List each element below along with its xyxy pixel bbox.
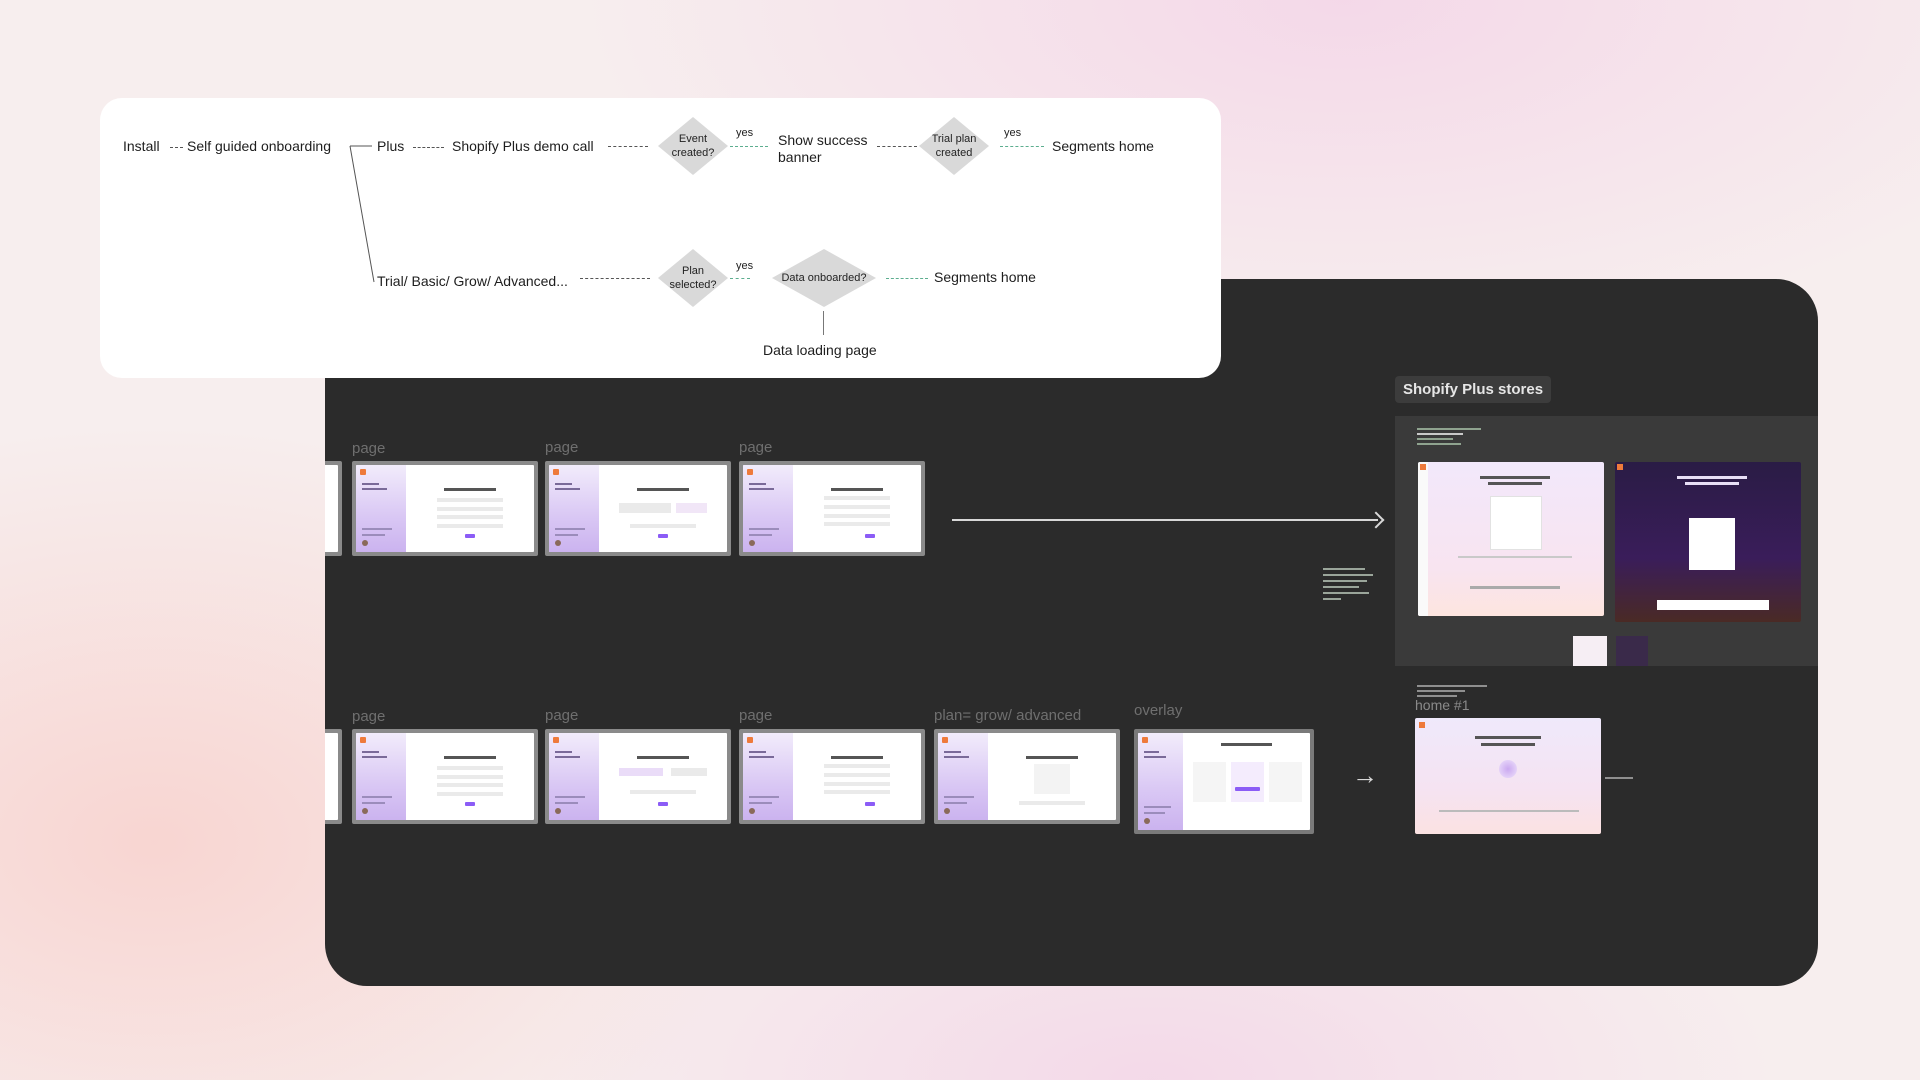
annotation-line	[1323, 574, 1373, 576]
screen-thumbnail[interactable]	[352, 461, 538, 556]
plus-screen-light[interactable]	[1418, 462, 1604, 616]
flowchart-card: Install Self guided onboarding Plus Shop…	[100, 98, 1221, 378]
plus-stores-frame[interactable]	[1395, 416, 1818, 666]
screen-thumbnail[interactable]	[352, 729, 538, 824]
frame-label: plan= grow/ advanced	[934, 707, 1082, 724]
arrow-head-icon	[1367, 511, 1385, 529]
annotation-line	[1417, 685, 1487, 687]
node-self-guided-onboarding: Self guided onboarding	[187, 138, 332, 154]
screen-thumbnail[interactable]	[934, 729, 1120, 824]
node-plus: Plus	[377, 138, 405, 154]
screen-thumbnail[interactable]	[739, 729, 925, 824]
frame-label: page	[352, 440, 386, 457]
frame-label: page	[545, 707, 579, 724]
frame-label: page	[545, 439, 579, 456]
arrow-right-icon: →	[1352, 760, 1378, 790]
annotation-line	[1417, 690, 1465, 692]
plus-stores-badge[interactable]: Shopify Plus stores	[1395, 376, 1552, 403]
annotation-line	[1323, 580, 1367, 582]
annotation-line	[1417, 433, 1463, 435]
overlay-thumbnail[interactable]	[1134, 729, 1314, 834]
connector-yes	[730, 146, 768, 147]
node-segments-home: Segments home	[934, 269, 1036, 285]
annotation-line	[1323, 592, 1369, 594]
yes-label: yes	[736, 260, 754, 272]
yes-label: yes	[736, 127, 754, 139]
connector	[608, 146, 648, 147]
connector-yes	[1000, 146, 1044, 147]
node-segments-home: Segments home	[1052, 138, 1154, 154]
node-success-banner: Show success banner	[778, 132, 868, 165]
swatch-dark[interactable]	[1616, 636, 1648, 666]
connector	[413, 147, 444, 148]
frame-label: page	[739, 439, 773, 456]
flow-arrow	[952, 519, 1378, 521]
node-data-loading-page: Data loading page	[763, 342, 877, 358]
home-frame-label: home #1	[1415, 697, 1470, 713]
connector	[170, 147, 183, 148]
home-screen-thumbnail[interactable]	[1415, 718, 1601, 834]
screen-thumbnail[interactable]	[325, 729, 342, 824]
screen-thumbnail[interactable]	[739, 461, 925, 556]
screen-thumbnail[interactable]	[545, 729, 731, 824]
frame-label: page	[739, 707, 773, 724]
plus-screen-dark[interactable]	[1615, 462, 1801, 622]
screen-thumbnail[interactable]	[545, 461, 731, 556]
connector	[823, 311, 824, 335]
annotation-line	[1323, 568, 1365, 570]
connector-yes	[730, 278, 750, 279]
annotation-line	[1323, 586, 1359, 588]
annotation-line	[1417, 428, 1481, 430]
connector	[580, 278, 650, 279]
frame-label: page	[352, 708, 386, 725]
node-trial-basic-grow-advanced: Trial/ Basic/ Grow/ Advanced...	[377, 273, 568, 289]
node-demo-call: Shopify Plus demo call	[452, 138, 594, 154]
annotation-line	[1417, 443, 1461, 445]
annotation-line	[1605, 777, 1633, 779]
annotation-line	[1323, 598, 1341, 600]
connector	[877, 146, 917, 147]
screen-thumbnail[interactable]	[325, 461, 342, 556]
connector-yes	[886, 278, 928, 279]
annotation-line	[1417, 438, 1453, 440]
swatch-light[interactable]	[1573, 636, 1607, 666]
yes-label: yes	[1004, 127, 1022, 139]
node-install: Install	[123, 138, 160, 154]
frame-label: overlay	[1134, 702, 1183, 719]
